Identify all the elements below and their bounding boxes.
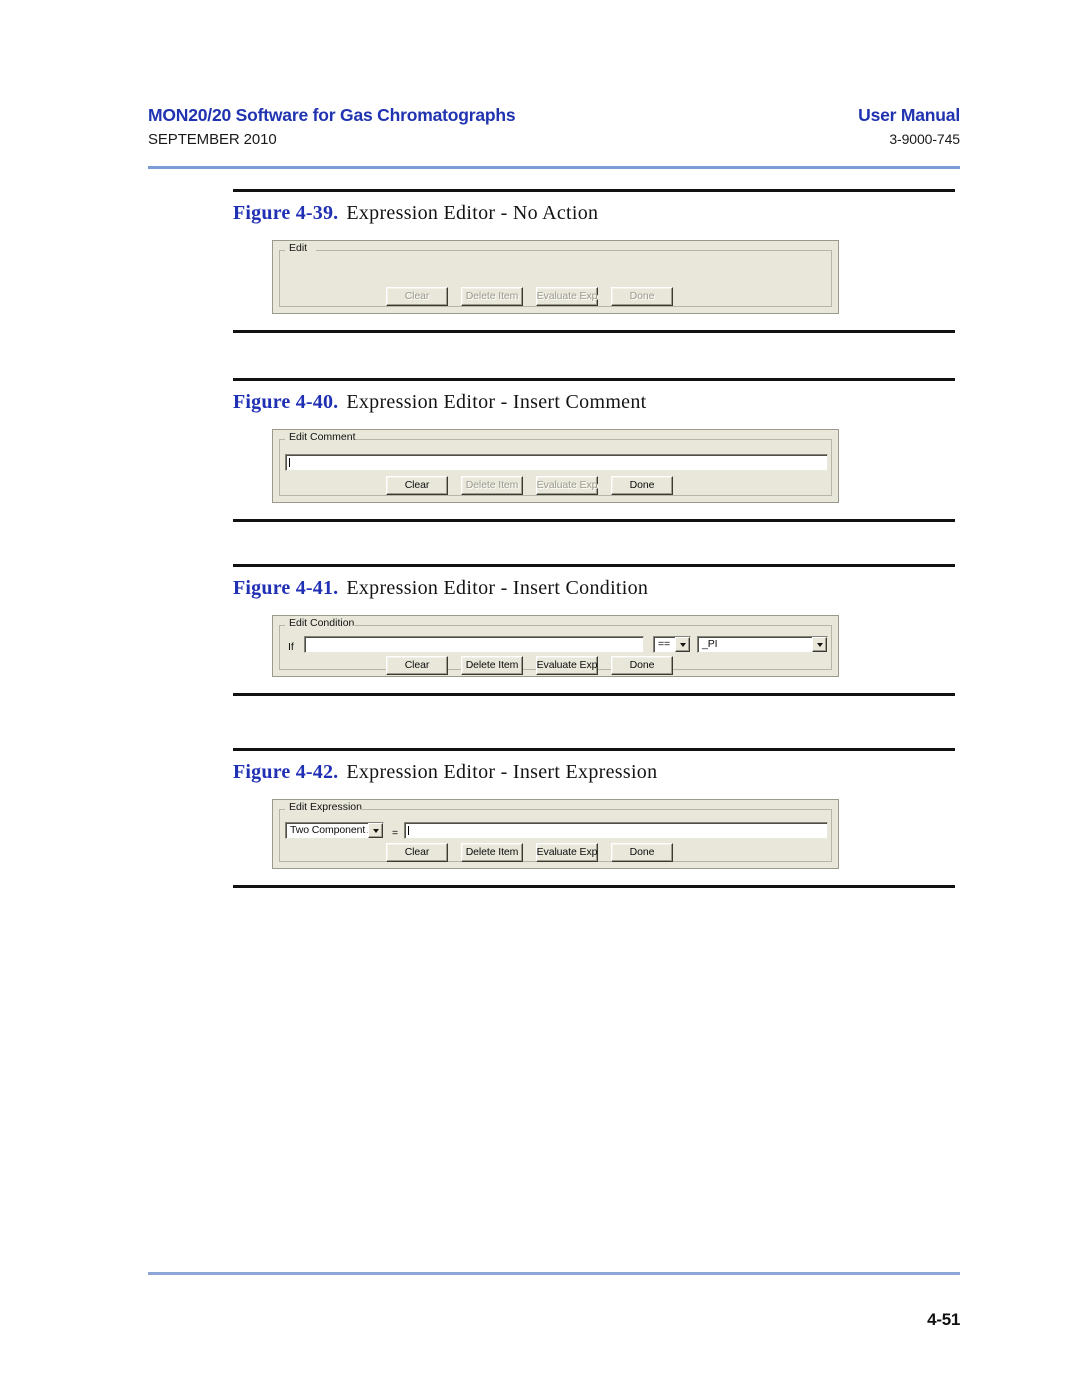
chevron-down-icon	[816, 642, 823, 647]
condition-input[interactable]	[304, 636, 644, 653]
edit-expression-groupbox-label: Edit Expression	[287, 801, 365, 813]
clear-button[interactable]: Clear	[386, 843, 448, 862]
figure-number: Figure 4-40.	[233, 391, 339, 413]
edit-condition-groupbox-label: Edit Condition	[287, 617, 358, 629]
variable-dropdown-button[interactable]	[368, 823, 383, 838]
figure-rule-bottom	[233, 885, 955, 888]
clear-button[interactable]: Clear	[386, 656, 448, 675]
button-row: Clear Delete Item Evaluate Exp Done	[386, 843, 673, 862]
evaluate-exp-button[interactable]: Evaluate Exp	[536, 656, 598, 675]
operator-value: ==	[658, 639, 671, 650]
figure-number: Figure 4-42.	[233, 761, 339, 783]
delete-item-button[interactable]: Delete Item	[461, 656, 523, 675]
figure-block-4-39: Figure 4-39. Expression Editor - No Actio…	[233, 189, 955, 333]
operand-value: _PI	[702, 639, 718, 650]
header-manual-label: User Manual	[858, 105, 960, 125]
text-caret	[408, 826, 409, 835]
delete-item-button[interactable]: Delete Item	[461, 843, 523, 862]
groupbox-top-line	[316, 250, 831, 251]
expression-input[interactable]	[404, 822, 828, 839]
expression-editor-insert-comment-dialog: Edit Comment Clear Delete Item Evaluate …	[272, 429, 839, 503]
figure-caption-text: Expression Editor - Insert Expression	[346, 761, 658, 783]
edit-comment-groupbox-label: Edit Comment	[287, 431, 359, 443]
figure-caption-text: Expression Editor - No Action	[346, 202, 599, 224]
expression-editor-insert-expression-dialog: Edit Expression Two Component A = Clear …	[272, 799, 839, 869]
evaluate-exp-button[interactable]: Evaluate Exp	[536, 476, 598, 495]
header-divider	[148, 166, 960, 169]
variable-value: Two Component A	[290, 825, 368, 836]
figure-caption-4-42: Figure 4-42. Expression Editor - Insert E…	[233, 751, 955, 790]
evaluate-exp-button[interactable]: Evaluate Exp	[536, 287, 598, 306]
header-bottom-row: SEPTEMBER 2010 3-9000-745	[148, 131, 960, 148]
figure-rule-bottom	[233, 330, 955, 333]
figure-rule-bottom	[233, 693, 955, 696]
figure-caption-4-41: Figure 4-41. Expression Editor - Insert C…	[233, 567, 955, 606]
if-label: If	[288, 641, 294, 653]
delete-item-button[interactable]: Delete Item	[461, 476, 523, 495]
button-row: Clear Delete Item Evaluate Exp Done	[386, 656, 673, 675]
expression-editor-no-action-dialog: Edit Clear Delete Item Evaluate Exp Done	[272, 240, 839, 314]
footer-divider	[148, 1272, 960, 1275]
figure-number: Figure 4-39.	[233, 202, 339, 224]
figure-block-4-41: Figure 4-41. Expression Editor - Insert C…	[233, 564, 955, 696]
figure-rule-bottom	[233, 519, 955, 522]
chevron-down-icon	[372, 828, 379, 833]
groupbox-top-line	[353, 625, 831, 626]
operand-dropdown[interactable]: _PI	[697, 636, 828, 653]
operator-dropdown-button[interactable]	[675, 637, 690, 652]
done-button[interactable]: Done	[611, 476, 673, 495]
button-row: Clear Delete Item Evaluate Exp Done	[386, 476, 673, 495]
evaluate-exp-button[interactable]: Evaluate Exp	[536, 843, 598, 862]
header-title: MON20/20 Software for Gas Chromatographs	[148, 105, 516, 125]
operand-dropdown-button[interactable]	[812, 637, 827, 652]
operator-dropdown[interactable]: ==	[653, 636, 691, 653]
delete-item-button[interactable]: Delete Item	[461, 287, 523, 306]
figure-number: Figure 4-41.	[233, 577, 339, 599]
text-caret	[289, 458, 290, 467]
chevron-down-icon	[679, 642, 686, 647]
figure-caption-text: Expression Editor - Insert Comment	[346, 391, 647, 413]
page-header: MON20/20 Software for Gas Chromatographs…	[148, 105, 960, 148]
comment-input[interactable]	[285, 454, 828, 471]
expression-editor-insert-condition-dialog: Edit Condition If == _PI Clear Delete It…	[272, 615, 839, 677]
edit-groupbox-label: Edit	[287, 242, 311, 254]
figure-block-4-40: Figure 4-40. Expression Editor - Insert C…	[233, 378, 955, 522]
document-page: MON20/20 Software for Gas Chromatographs…	[0, 0, 1080, 1397]
page-number: 4-51	[927, 1310, 960, 1329]
done-button[interactable]: Done	[611, 287, 673, 306]
figure-block-4-42: Figure 4-42. Expression Editor - Insert E…	[233, 748, 955, 888]
figure-caption-text: Expression Editor - Insert Condition	[346, 577, 649, 599]
header-top-row: MON20/20 Software for Gas Chromatographs…	[148, 105, 960, 126]
header-document-number: 3-9000-745	[889, 131, 960, 147]
equals-label: =	[392, 827, 399, 839]
done-button[interactable]: Done	[611, 656, 673, 675]
clear-button[interactable]: Clear	[386, 476, 448, 495]
groupbox-top-line	[360, 809, 831, 810]
groupbox-top-line	[356, 439, 831, 440]
figure-caption-4-40: Figure 4-40. Expression Editor - Insert C…	[233, 381, 955, 420]
variable-dropdown[interactable]: Two Component A	[285, 822, 384, 839]
header-date: SEPTEMBER 2010	[148, 131, 277, 148]
clear-button[interactable]: Clear	[386, 287, 448, 306]
done-button[interactable]: Done	[611, 843, 673, 862]
button-row: Clear Delete Item Evaluate Exp Done	[386, 287, 673, 306]
figure-caption-4-39: Figure 4-39. Expression Editor - No Actio…	[233, 192, 955, 231]
